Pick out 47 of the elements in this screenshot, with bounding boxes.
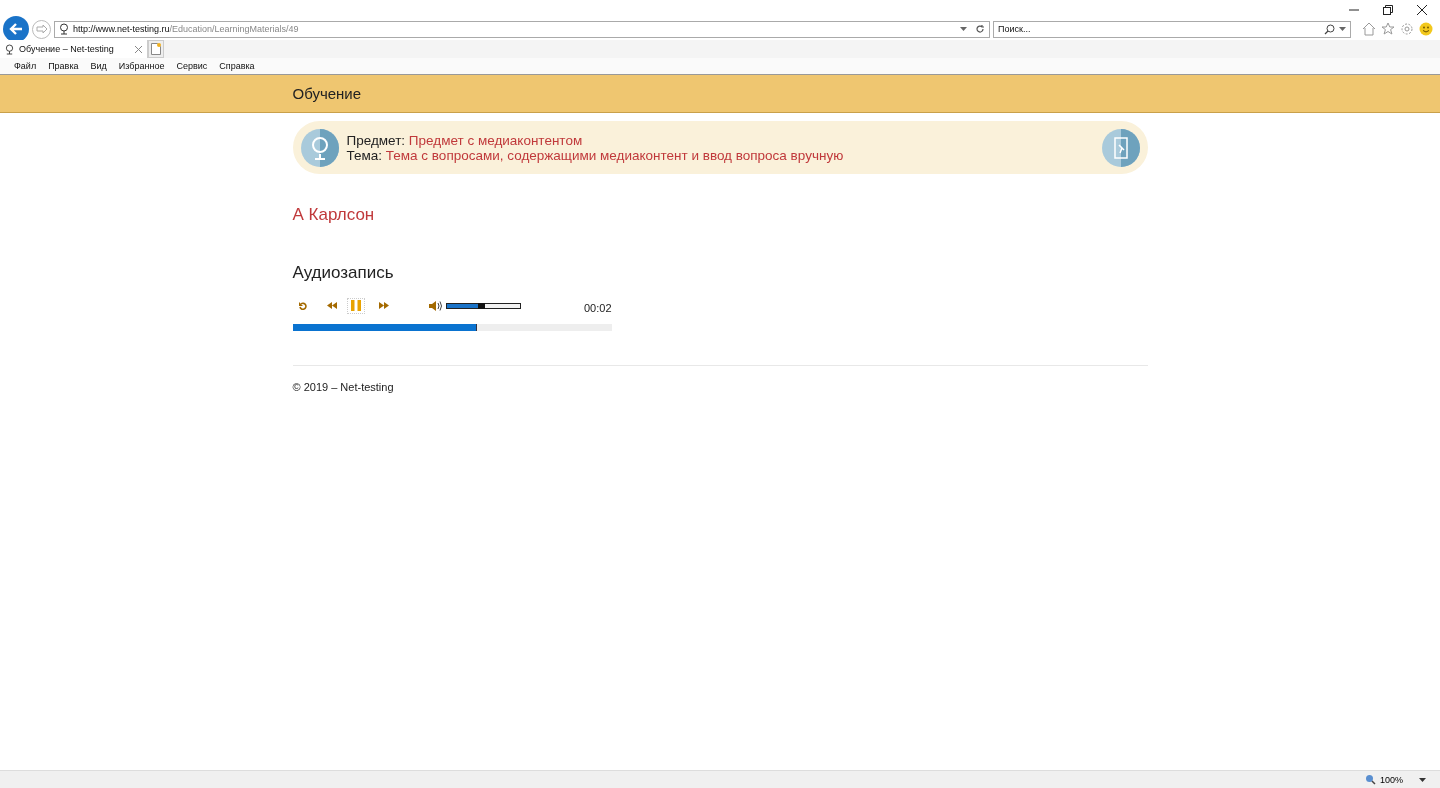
menu-item[interactable]: Вид	[90, 61, 107, 71]
speaker-icon[interactable]	[428, 299, 444, 312]
author-name: А Карлсон	[292, 205, 376, 225]
search-icon[interactable]	[1324, 23, 1335, 35]
home-icon[interactable]	[1362, 22, 1376, 36]
footer-text: © 2019 – Net-testing	[292, 381, 395, 393]
fast-forward-icon[interactable]	[378, 302, 389, 309]
dropdown-icon[interactable]	[960, 27, 967, 31]
menu-item[interactable]: Избранное	[118, 61, 165, 71]
subject-name: Предмет с медиаконтентом	[408, 132, 583, 148]
right-arrow-icon	[35, 24, 48, 34]
menu-item[interactable]: Сервис	[176, 61, 208, 71]
exit-door-icon[interactable]	[1101, 128, 1140, 167]
zoom-level[interactable]: 100%	[1379, 774, 1403, 785]
time-display: 00:02	[583, 302, 612, 314]
progress-bar[interactable]	[292, 324, 612, 331]
rewind-icon[interactable]	[326, 302, 337, 309]
topic-name: Тема с вопросами, содержащими медиаконтент и ввод вопроса вручную	[385, 147, 844, 163]
volume-thumb[interactable]	[477, 302, 485, 309]
pause-icon	[350, 300, 361, 311]
browser-tab[interactable]: Обучение – Net-testing	[0, 40, 148, 58]
refresh-icon[interactable]	[975, 24, 985, 34]
menu-item[interactable]: Правка	[48, 61, 79, 71]
back-button[interactable]	[3, 16, 29, 42]
page-title: Обучение	[292, 84, 362, 102]
globe-icon	[300, 128, 339, 167]
restore-icon[interactable]	[1383, 5, 1393, 15]
menu-item[interactable]: Справка	[219, 61, 255, 71]
section-title: Аудиозапись	[292, 263, 395, 283]
dropdown-icon[interactable]	[1339, 27, 1346, 31]
topic-label: Тема:	[346, 147, 383, 163]
menu-item[interactable]: Файл	[14, 61, 37, 71]
dropdown-icon[interactable]	[1419, 777, 1426, 782]
address-bar[interactable]: http://www.net-testing.ru/Education/LearningMaterials/49	[54, 20, 990, 38]
smiley-icon[interactable]	[1419, 22, 1433, 36]
subject-label: Предмет:	[346, 132, 406, 148]
close-icon[interactable]	[1417, 5, 1427, 15]
globe-icon	[5, 43, 14, 55]
volume-slider[interactable]	[445, 302, 521, 309]
new-tab-button[interactable]	[148, 40, 164, 58]
replay-icon[interactable]	[298, 301, 307, 310]
page-icon	[151, 43, 161, 55]
zoom-icon[interactable]	[1364, 774, 1376, 785]
search-field[interactable]: Поиск...	[993, 20, 1351, 38]
left-arrow-icon	[8, 21, 24, 37]
globe-icon	[59, 23, 69, 35]
star-icon[interactable]	[1381, 22, 1395, 36]
